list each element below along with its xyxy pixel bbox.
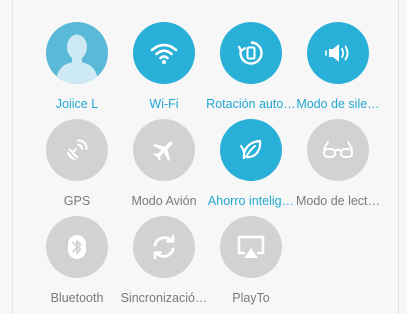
- tile-playto-label: PlayTo: [232, 291, 270, 305]
- tile-smart-saving-circle: [220, 119, 282, 181]
- tile-smart-saving-label: Ahorro intelig…: [207, 194, 295, 208]
- tile-auto-rotate-circle: [220, 22, 282, 84]
- wifi-icon: [150, 41, 178, 65]
- tile-user-profile-circle: [46, 22, 108, 84]
- tile-wifi-label: Wi-Fi: [149, 97, 179, 111]
- tile-airplane-mode-circle: [133, 119, 195, 181]
- tile-playto-circle: [220, 216, 282, 278]
- tile-airplane-mode-label: Modo Avión: [131, 194, 197, 208]
- tile-auto-rotate-label: Rotación auto…: [206, 97, 296, 111]
- tile-bluetooth-circle: [46, 216, 108, 278]
- bluetooth-icon: [67, 234, 87, 260]
- tile-user-profile-label: Joiice L: [55, 97, 99, 111]
- tile-smart-saving[interactable]: Ahorro intelig…: [205, 111, 297, 211]
- leaf-icon: [238, 137, 264, 163]
- quick-settings-grid: Joiice L Wi-Fi Rotación auto… Modo de si…: [0, 0, 406, 314]
- tile-reading-mode-label: Modo de lect…: [295, 194, 381, 208]
- tile-wifi[interactable]: Wi-Fi: [118, 14, 210, 114]
- tile-auto-rotate[interactable]: Rotación auto…: [205, 14, 297, 114]
- tile-sync[interactable]: Sincronizació…: [118, 208, 210, 308]
- tile-bluetooth-label: Bluetooth: [50, 291, 104, 305]
- gps-satellite-icon: [64, 137, 90, 163]
- tile-reading-mode[interactable]: Modo de lect…: [292, 111, 384, 211]
- tile-silent-mode-label: Modo de sile…: [296, 97, 380, 111]
- sync-icon: [150, 233, 178, 261]
- tile-gps-label: GPS: [63, 194, 91, 208]
- vibrate-speaker-icon: [324, 41, 352, 65]
- tile-reading-mode-circle: [307, 119, 369, 181]
- tile-wifi-circle: [133, 22, 195, 84]
- avatar-icon: [46, 22, 108, 84]
- tile-silent-mode-circle: [307, 22, 369, 84]
- tile-gps-circle: [46, 119, 108, 181]
- auto-rotate-icon: [238, 40, 264, 66]
- tile-bluetooth[interactable]: Bluetooth: [31, 208, 123, 308]
- reading-glasses-icon: [322, 140, 354, 160]
- tile-gps[interactable]: GPS: [31, 111, 123, 211]
- quick-settings-panel: Joiice L Wi-Fi Rotación auto… Modo de si…: [0, 0, 406, 314]
- tile-playto[interactable]: PlayTo: [205, 208, 297, 308]
- tile-sync-circle: [133, 216, 195, 278]
- tile-silent-mode[interactable]: Modo de sile…: [292, 14, 384, 114]
- airplane-icon: [151, 137, 177, 163]
- playto-screen-icon: [236, 234, 266, 260]
- tile-sync-label: Sincronizació…: [120, 291, 208, 305]
- tile-user-profile[interactable]: Joiice L: [31, 14, 123, 114]
- tile-airplane-mode[interactable]: Modo Avión: [118, 111, 210, 211]
